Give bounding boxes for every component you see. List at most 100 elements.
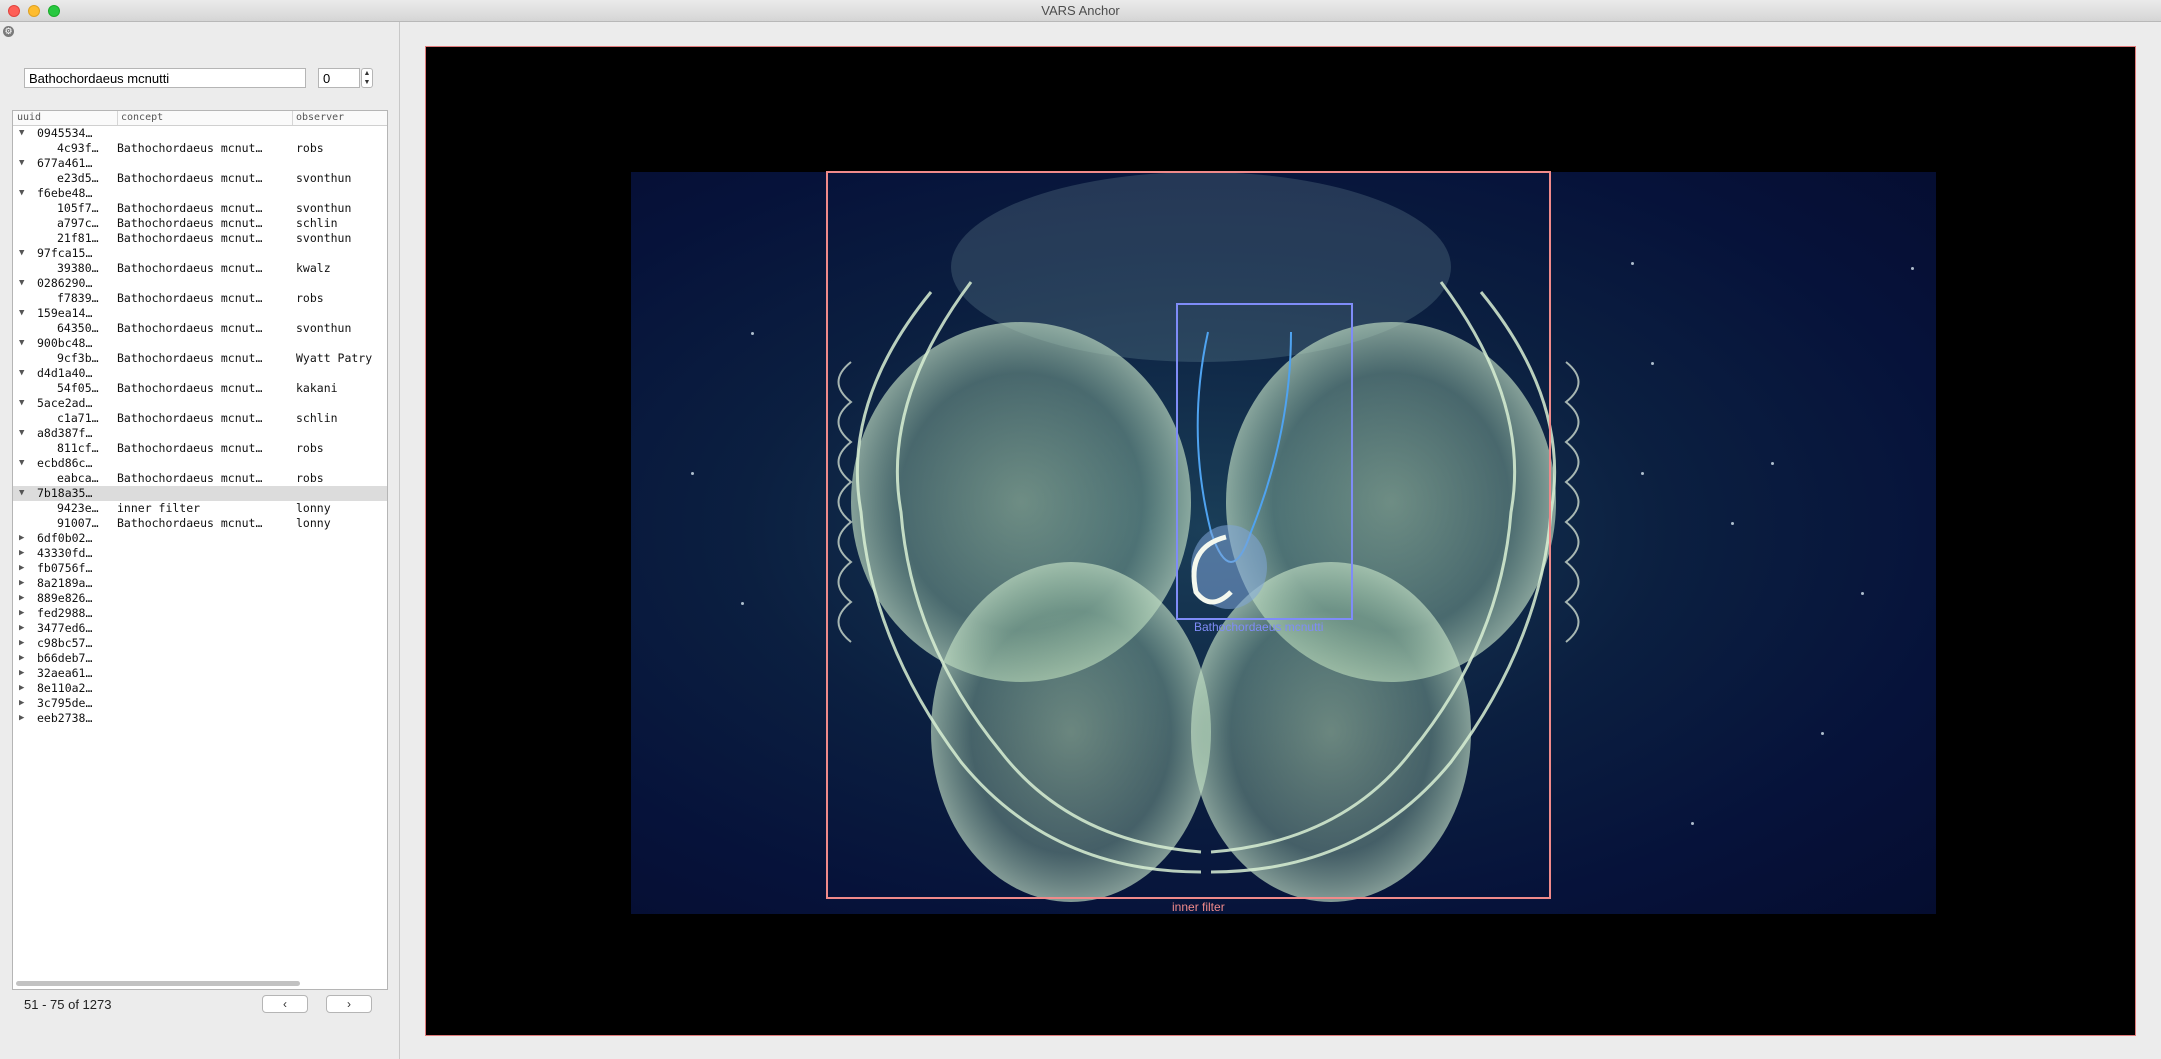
table-row[interactable]: ▼ 7b18a35… xyxy=(13,486,387,501)
cell-uuid: eeb2738… xyxy=(37,711,93,725)
inner-filter-box-label: inner filter xyxy=(1172,900,1225,914)
cell-concept: Bathochordaeus mcnut… xyxy=(117,471,263,485)
table-row[interactable]: ▶ eeb2738… xyxy=(13,711,387,726)
table-row[interactable]: 21f81… Bathochordaeus mcnut… svonthun xyxy=(13,231,387,246)
disclosure-collapsed-icon[interactable]: ▶ xyxy=(19,696,24,711)
bathochordaeus-box-label: Bathochordaeus mcnutti xyxy=(1194,620,1324,634)
column-header-concept[interactable]: concept xyxy=(117,111,163,125)
cell-uuid: f6ebe48… xyxy=(37,186,93,200)
previous-page-button[interactable]: ‹ xyxy=(262,995,308,1013)
index-input[interactable] xyxy=(318,68,360,88)
disclosure-collapsed-icon[interactable]: ▶ xyxy=(19,531,24,546)
table-row[interactable]: c1a71… Bathochordaeus mcnut… schlin xyxy=(13,411,387,426)
cell-observer: schlin xyxy=(296,411,338,425)
table-row[interactable]: ▼ 677a461… xyxy=(13,156,387,171)
disclosure-expanded-icon[interactable]: ▼ xyxy=(19,396,24,411)
table-row[interactable]: ▶ 8a2189a… xyxy=(13,576,387,591)
table-row[interactable]: ▶ fed2988… xyxy=(13,606,387,621)
cell-uuid: 7b18a35… xyxy=(37,486,93,500)
disclosure-collapsed-icon[interactable]: ▶ xyxy=(19,636,24,651)
image-viewer[interactable]: Bathochordaeus mcnutti inner filter xyxy=(425,46,2136,1036)
disclosure-collapsed-icon[interactable]: ▶ xyxy=(19,591,24,606)
table-row[interactable]: 105f7… Bathochordaeus mcnut… svonthun xyxy=(13,201,387,216)
disclosure-expanded-icon[interactable]: ▼ xyxy=(19,186,24,201)
table-row[interactable]: 811cf… Bathochordaeus mcnut… robs xyxy=(13,441,387,456)
annotation-tree-table[interactable]: uuid concept observer ▼ 0945534… 4c93f… Bat… xyxy=(12,110,388,990)
disclosure-expanded-icon[interactable]: ▼ xyxy=(19,306,24,321)
table-row[interactable]: ▶ 8e110a2… xyxy=(13,681,387,696)
disclosure-expanded-icon[interactable]: ▼ xyxy=(19,156,24,171)
next-page-button[interactable]: › xyxy=(326,995,372,1013)
settings-icon[interactable]: ⚙ xyxy=(3,26,14,37)
table-row[interactable]: 39380… Bathochordaeus mcnut… kwalz xyxy=(13,261,387,276)
table-row[interactable]: e23d5… Bathochordaeus mcnut… svonthun xyxy=(13,171,387,186)
table-row[interactable]: ▶ 6df0b02… xyxy=(13,531,387,546)
particle xyxy=(691,472,694,475)
cell-observer: svonthun xyxy=(296,171,352,185)
disclosure-collapsed-icon[interactable]: ▶ xyxy=(19,576,24,591)
table-row[interactable]: ▼ ecbd86c… xyxy=(13,456,387,471)
index-stepper[interactable]: ▲ ▼ xyxy=(361,68,373,88)
table-row[interactable]: ▼ 5ace2ad… xyxy=(13,396,387,411)
cell-uuid: b66deb7… xyxy=(37,651,93,665)
particle xyxy=(1821,732,1824,735)
table-row[interactable]: f7839… Bathochordaeus mcnut… robs xyxy=(13,291,387,306)
bathochordaeus-bounding-box[interactable] xyxy=(1176,303,1353,620)
table-row[interactable]: ▼ 159ea14… xyxy=(13,306,387,321)
table-row[interactable]: ▼ d4d1a40… xyxy=(13,366,387,381)
cell-uuid: 9cf3b… xyxy=(57,351,99,365)
horizontal-scrollbar[interactable] xyxy=(16,981,300,986)
table-row[interactable]: ▶ fb0756f… xyxy=(13,561,387,576)
table-row[interactable]: a797c… Bathochordaeus mcnut… schlin xyxy=(13,216,387,231)
disclosure-collapsed-icon[interactable]: ▶ xyxy=(19,546,24,561)
disclosure-expanded-icon[interactable]: ▼ xyxy=(19,246,24,261)
cell-uuid: a8d387f… xyxy=(37,426,93,440)
disclosure-collapsed-icon[interactable]: ▶ xyxy=(19,606,24,621)
disclosure-expanded-icon[interactable]: ▼ xyxy=(19,126,24,141)
column-header-observer[interactable]: observer xyxy=(292,111,344,125)
table-row[interactable]: 4c93f… Bathochordaeus mcnut… robs xyxy=(13,141,387,156)
cell-uuid: fb0756f… xyxy=(37,561,93,575)
cell-concept: Bathochordaeus mcnut… xyxy=(117,171,263,185)
cell-uuid: 9423e… xyxy=(57,501,99,515)
table-row[interactable]: 91007… Bathochordaeus mcnut… lonny xyxy=(13,516,387,531)
disclosure-expanded-icon[interactable]: ▼ xyxy=(19,426,24,441)
disclosure-collapsed-icon[interactable]: ▶ xyxy=(19,666,24,681)
table-row[interactable]: eabca… Bathochordaeus mcnut… robs xyxy=(13,471,387,486)
disclosure-collapsed-icon[interactable]: ▶ xyxy=(19,621,24,636)
table-row[interactable]: 64350… Bathochordaeus mcnut… svonthun xyxy=(13,321,387,336)
table-row[interactable]: ▼ f6ebe48… xyxy=(13,186,387,201)
table-row[interactable]: 9423e… inner filter lonny xyxy=(13,501,387,516)
table-row[interactable]: ▶ 889e826… xyxy=(13,591,387,606)
cell-concept: Bathochordaeus mcnut… xyxy=(117,216,263,230)
table-row[interactable]: ▼ 900bc48… xyxy=(13,336,387,351)
table-row[interactable]: 9cf3b… Bathochordaeus mcnut… Wyatt Patry xyxy=(13,351,387,366)
disclosure-expanded-icon[interactable]: ▼ xyxy=(19,336,24,351)
table-row[interactable]: ▼ 0945534… xyxy=(13,126,387,141)
disclosure-collapsed-icon[interactable]: ▶ xyxy=(19,651,24,666)
table-row[interactable]: ▶ 3c795de… xyxy=(13,696,387,711)
disclosure-collapsed-icon[interactable]: ▶ xyxy=(19,561,24,576)
cell-uuid: c98bc57… xyxy=(37,636,93,650)
table-row[interactable]: ▼ 0286290… xyxy=(13,276,387,291)
disclosure-expanded-icon[interactable]: ▼ xyxy=(19,276,24,291)
disclosure-expanded-icon[interactable]: ▼ xyxy=(19,486,24,501)
cell-uuid: f7839… xyxy=(57,291,99,305)
table-row[interactable]: ▶ b66deb7… xyxy=(13,651,387,666)
table-row[interactable]: ▶ 43330fd… xyxy=(13,546,387,561)
disclosure-collapsed-icon[interactable]: ▶ xyxy=(19,711,24,726)
table-row[interactable]: ▶ c98bc57… xyxy=(13,636,387,651)
concept-search-input[interactable] xyxy=(24,68,306,88)
column-header-uuid[interactable]: uuid xyxy=(17,112,41,123)
disclosure-collapsed-icon[interactable]: ▶ xyxy=(19,681,24,696)
cell-uuid: e23d5… xyxy=(57,171,99,185)
disclosure-expanded-icon[interactable]: ▼ xyxy=(19,456,24,471)
table-row[interactable]: ▶ 3477ed6… xyxy=(13,621,387,636)
table-row[interactable]: ▶ 32aea61… xyxy=(13,666,387,681)
table-row[interactable]: 54f05… Bathochordaeus mcnut… kakani xyxy=(13,381,387,396)
cell-observer: robs xyxy=(296,441,324,455)
table-row[interactable]: ▼ a8d387f… xyxy=(13,426,387,441)
table-row[interactable]: ▼ 97fca15… xyxy=(13,246,387,261)
cell-uuid: 159ea14… xyxy=(37,306,93,320)
disclosure-expanded-icon[interactable]: ▼ xyxy=(19,366,24,381)
